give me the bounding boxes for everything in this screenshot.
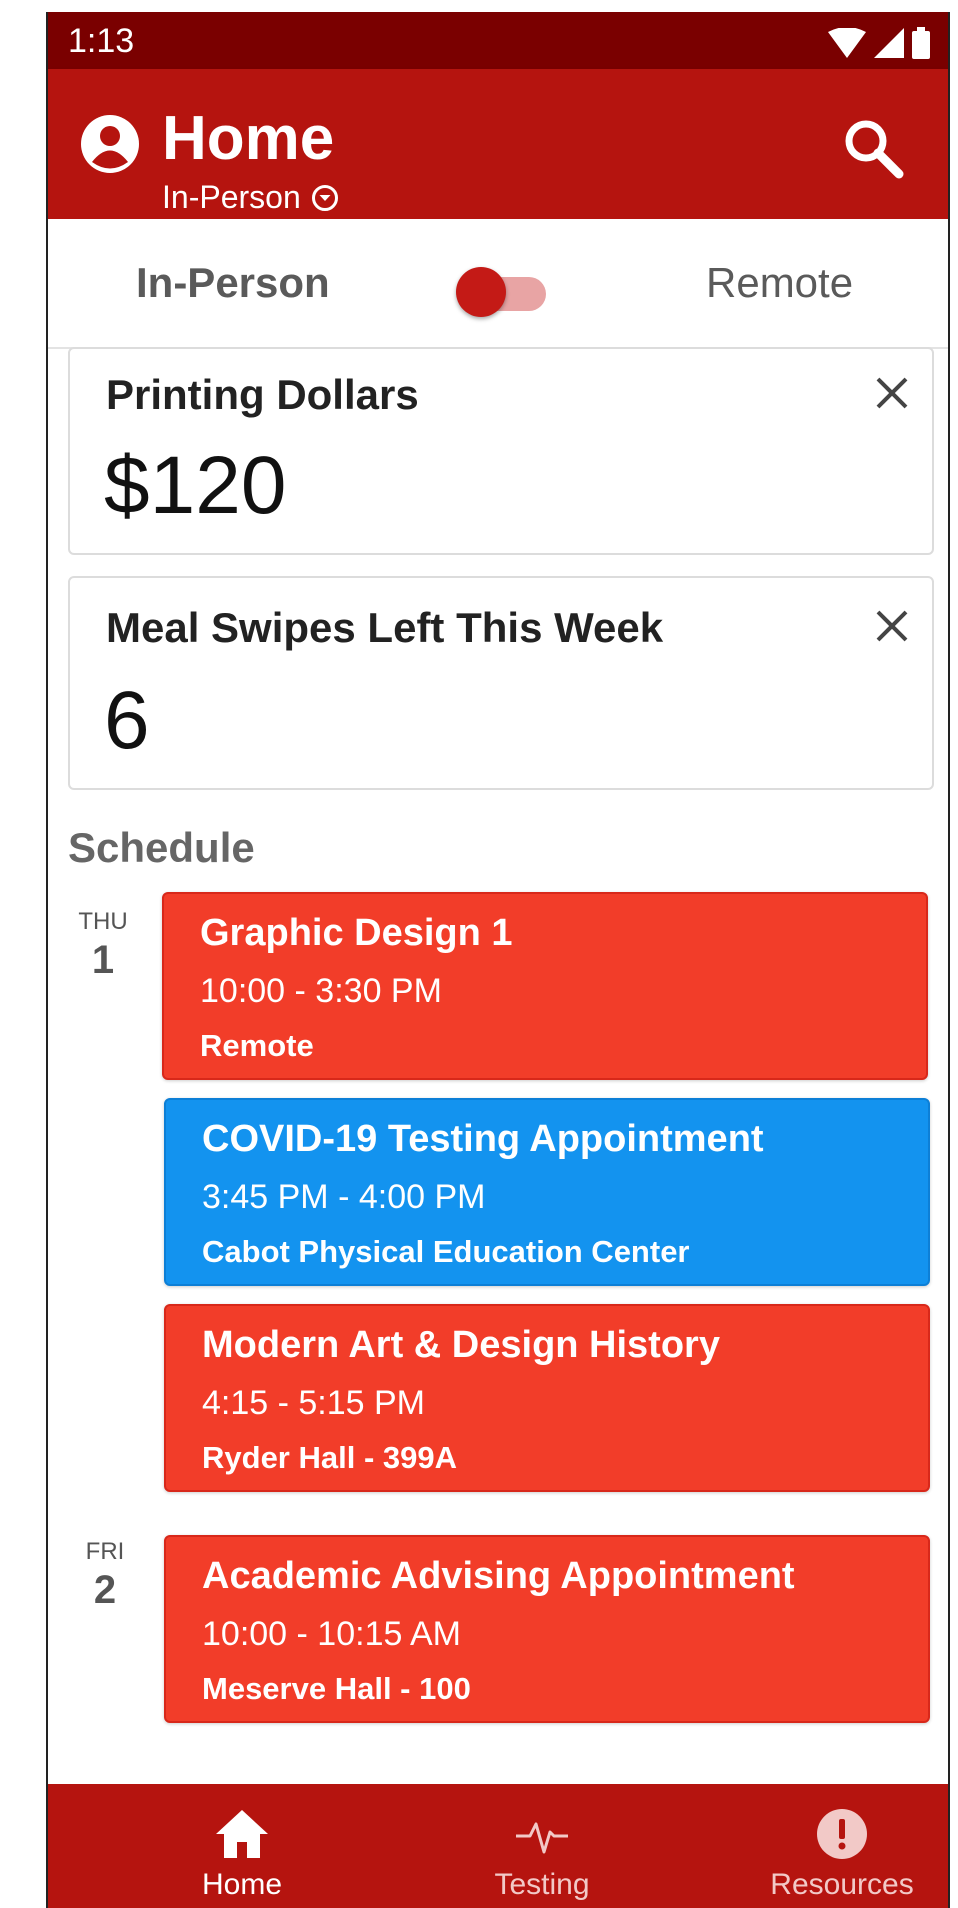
nav-item-resources[interactable]: Resources [742, 1784, 942, 1908]
status-icons [828, 26, 930, 60]
phone-screen: 1:13 Home In-Person In-Person Remote Pri… [46, 12, 950, 1908]
nav-label: Resources [770, 1868, 914, 1901]
card-title: Meal Swipes Left This Week [106, 604, 664, 651]
close-icon[interactable] [874, 375, 910, 411]
day-number: 1 [91, 938, 115, 982]
event-location: Meserve Hall - 100 [202, 1671, 471, 1706]
home-icon [216, 1810, 268, 1858]
pulse-icon [516, 1822, 568, 1854]
wifi-icon [828, 28, 866, 58]
mode-switch[interactable] [456, 265, 546, 317]
remote-label[interactable]: Remote [706, 259, 853, 307]
event-time: 10:00 - 10:15 AM [202, 1615, 461, 1653]
event-time: 4:15 - 5:15 PM [202, 1384, 426, 1422]
switch-thumb [456, 267, 506, 317]
location-mode-dropdown[interactable]: In-Person [162, 179, 339, 216]
day-name: FRI [85, 1538, 125, 1565]
page-title: Home [162, 104, 335, 173]
alert-circle-icon [817, 1809, 867, 1859]
day-number: 2 [93, 1568, 117, 1612]
day-label-fri: FRI 2 [70, 1538, 140, 1613]
day-label-thu: THU 1 [68, 908, 138, 983]
event-location: Remote [200, 1028, 314, 1063]
status-bar: 1:13 [48, 12, 948, 69]
card-value: $120 [104, 440, 287, 531]
location-mode-label: In-Person [162, 179, 301, 215]
card-title: Printing Dollars [106, 371, 419, 418]
status-time: 1:13 [68, 22, 135, 60]
battery-icon [912, 27, 930, 59]
event-card[interactable]: Modern Art & Design History 4:15 - 5:15 … [164, 1304, 930, 1492]
event-title: Academic Advising Appointment [202, 1555, 795, 1597]
card-value: 6 [104, 675, 150, 766]
nav-item-testing[interactable]: Testing [442, 1784, 642, 1908]
mode-toggle-row: In-Person Remote [48, 219, 948, 349]
search-icon[interactable] [842, 117, 904, 179]
account-circle-icon[interactable] [81, 115, 139, 173]
nav-item-home[interactable]: Home [142, 1784, 342, 1908]
schedule-heading: Schedule [68, 824, 255, 871]
event-card[interactable]: COVID-19 Testing Appointment 3:45 PM - 4… [164, 1098, 930, 1286]
event-title: COVID-19 Testing Appointment [202, 1118, 764, 1160]
event-location: Ryder Hall - 399A [202, 1440, 457, 1475]
meal-swipes-card: Meal Swipes Left This Week 6 [68, 576, 934, 790]
close-icon[interactable] [874, 608, 910, 644]
bottom-navigation: Home Testing Resources [48, 1784, 948, 1908]
signal-icon [874, 28, 904, 58]
event-location: Cabot Physical Education Center [202, 1234, 690, 1269]
day-name: THU [78, 908, 128, 935]
in-person-label[interactable]: In-Person [136, 259, 330, 307]
event-title: Modern Art & Design History [202, 1324, 720, 1366]
chevron-down-circle-icon [311, 184, 338, 211]
event-card[interactable]: Academic Advising Appointment 10:00 - 10… [164, 1535, 930, 1723]
printing-dollars-card: Printing Dollars $120 [68, 347, 934, 555]
event-card[interactable]: Graphic Design 1 10:00 - 3:30 PM Remote [162, 892, 928, 1080]
app-bar: Home In-Person [48, 69, 948, 219]
event-time: 3:45 PM - 4:00 PM [202, 1178, 486, 1216]
event-time: 10:00 - 3:30 PM [200, 972, 442, 1010]
nav-label: Home [201, 1868, 283, 1901]
event-title: Graphic Design 1 [200, 912, 513, 954]
nav-label: Testing [494, 1868, 590, 1901]
